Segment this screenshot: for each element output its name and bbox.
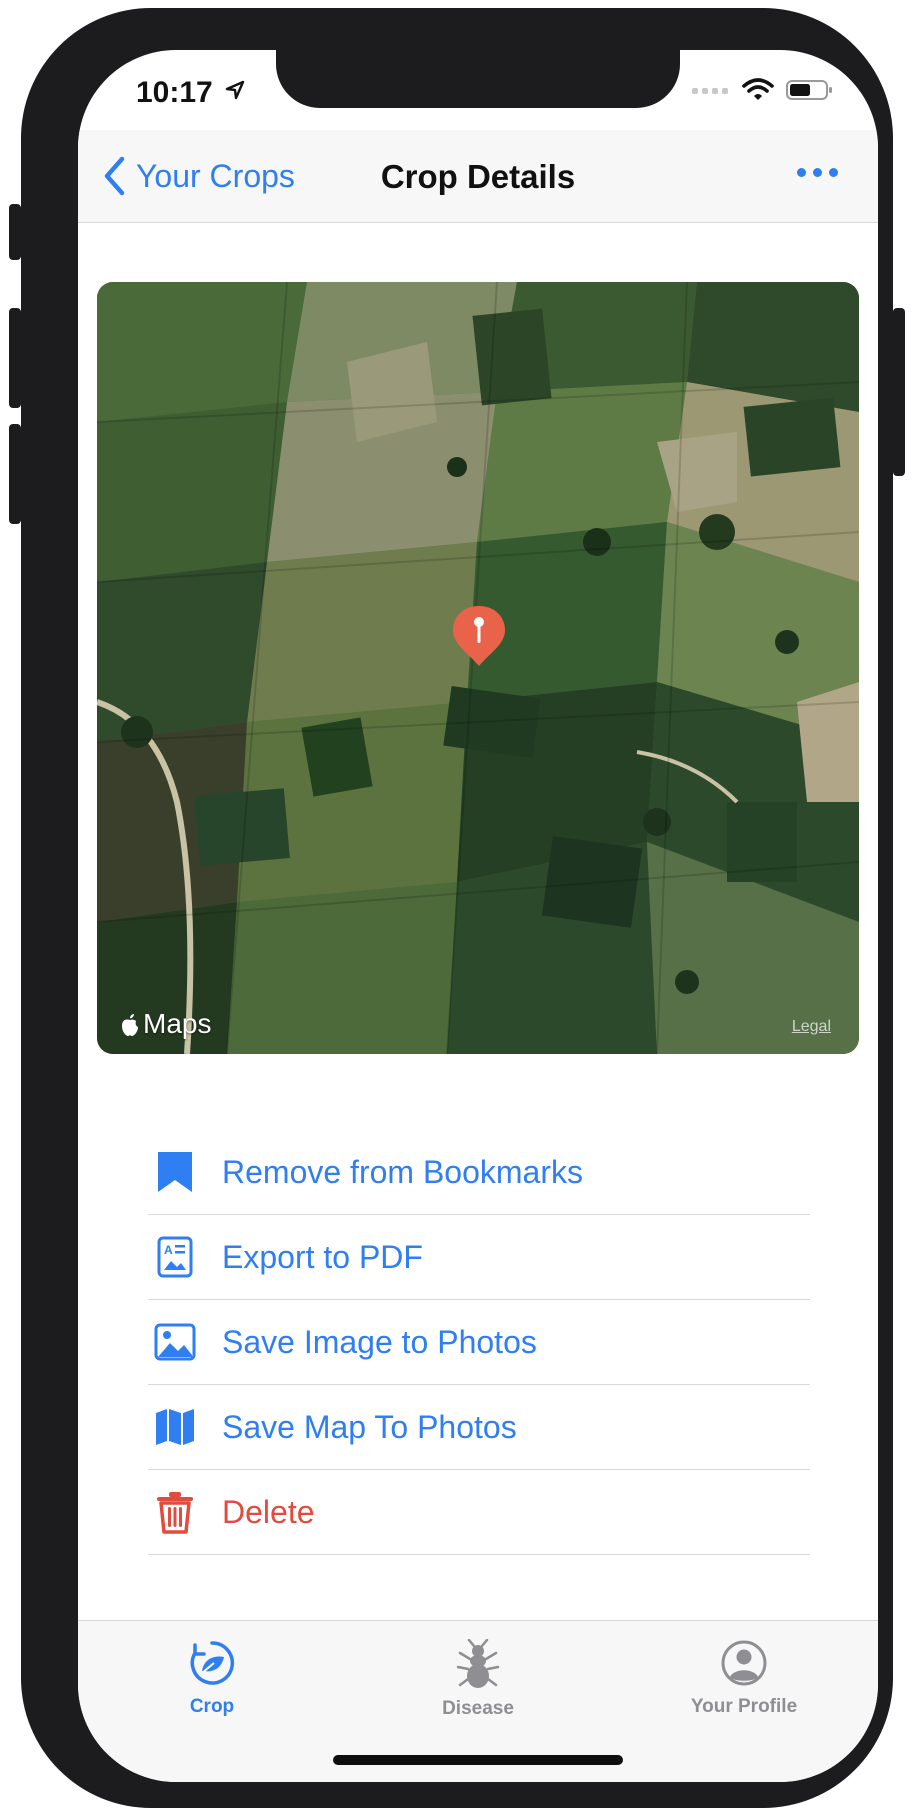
status-time-text: 10:17 — [136, 76, 213, 109]
action-label: Remove from Bookmarks — [222, 1153, 583, 1190]
volume-up-button — [9, 308, 21, 408]
maps-brand-text: Maps — [143, 1008, 212, 1039]
save-image-button[interactable]: Save Image to Photos — [148, 1300, 810, 1385]
wifi-icon — [742, 78, 774, 100]
save-map-button[interactable]: Save Map To Photos — [148, 1385, 810, 1470]
ellipsis-icon — [797, 168, 806, 177]
tab-label: Disease — [442, 1698, 514, 1719]
tab-label: Your Profile — [690, 1696, 798, 1717]
status-indicators — [692, 78, 834, 102]
battery-icon — [786, 80, 832, 100]
satellite-map[interactable]: Maps Legal — [97, 282, 859, 1054]
legal-link[interactable]: Legal — [792, 1018, 831, 1036]
remove-bookmark-button[interactable]: Remove from Bookmarks — [148, 1130, 810, 1215]
apple-logo-icon — [122, 1014, 138, 1036]
screen: 10:17 Your Crops Crop Details Maps Legal… — [78, 50, 878, 1782]
tab-your-profile[interactable]: Your Profile — [644, 1639, 844, 1718]
phone-frame: 10:17 Your Crops Crop Details Maps Legal… — [9, 8, 905, 1808]
volume-down-button — [9, 424, 21, 524]
page-title: Crop Details — [380, 158, 576, 195]
bug-icon — [456, 1638, 500, 1688]
location-pin-icon[interactable] — [451, 604, 507, 668]
map-icon — [152, 1404, 198, 1450]
tab-disease[interactable]: Disease — [378, 1638, 578, 1720]
power-button — [893, 308, 905, 476]
document-icon: A — [152, 1234, 198, 1280]
status-time: 10:17 — [136, 76, 245, 110]
satellite-imagery — [97, 282, 859, 1054]
tab-bar: Crop Disease Your Profile — [78, 1620, 878, 1782]
navigation-bar: Your Crops Crop Details — [78, 130, 878, 223]
tab-crop[interactable]: Crop — [112, 1639, 312, 1718]
action-label: Delete — [222, 1493, 315, 1530]
action-label: Save Image to Photos — [222, 1323, 537, 1360]
export-pdf-button[interactable]: A Export to PDF — [148, 1215, 810, 1300]
profile-icon — [721, 1640, 767, 1686]
cellular-signal-icon — [692, 88, 728, 94]
action-label: Export to PDF — [222, 1238, 423, 1275]
maps-attribution: Maps — [119, 1008, 211, 1040]
photo-icon — [152, 1319, 198, 1365]
tab-label: Crop — [189, 1696, 235, 1717]
trash-icon — [152, 1489, 198, 1535]
more-options-button[interactable] — [797, 168, 838, 177]
mute-switch — [9, 204, 21, 260]
action-list: Remove from Bookmarks A Export to PDF Sa… — [148, 1130, 810, 1555]
bookmark-icon — [152, 1149, 198, 1195]
home-indicator[interactable] — [333, 1755, 623, 1765]
location-arrow-icon — [225, 80, 245, 100]
action-label: Save Map To Photos — [222, 1408, 517, 1445]
notch — [276, 50, 680, 108]
delete-button[interactable]: Delete — [148, 1470, 810, 1555]
crop-leaf-icon — [190, 1641, 235, 1685]
svg-text:A: A — [164, 1243, 173, 1257]
